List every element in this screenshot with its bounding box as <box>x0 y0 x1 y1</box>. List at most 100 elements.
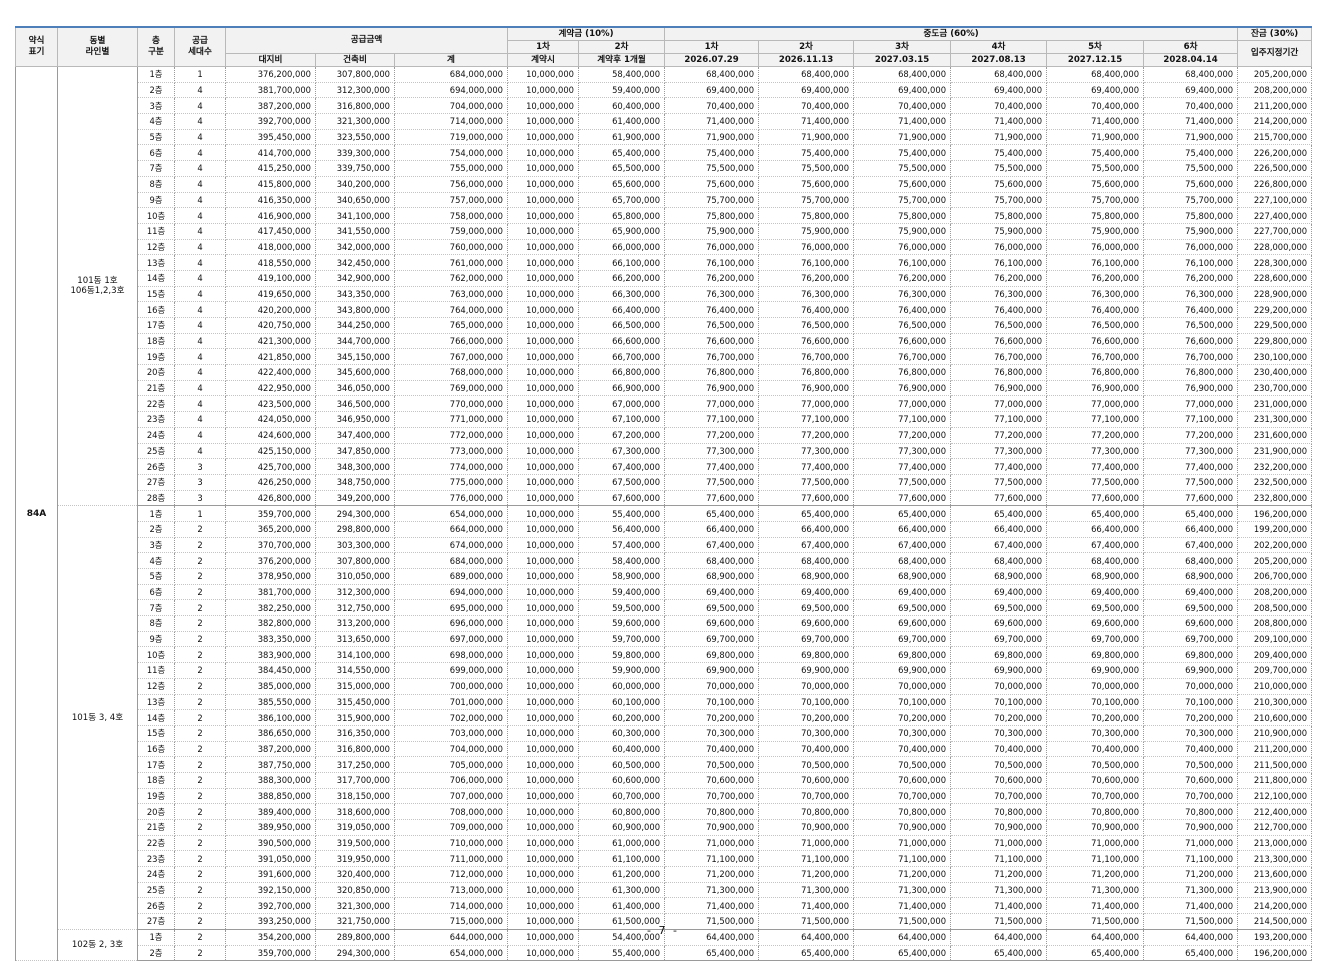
deposit1-cell: 10,000,000 <box>507 599 580 617</box>
middle-payment-cell: 70,600,000 <box>758 772 855 789</box>
building-cost-cell: 312,300,000 <box>315 82 395 99</box>
floor-cell: 24층 <box>137 866 175 883</box>
middle-payment-cell: 71,400,000 <box>1143 897 1239 915</box>
middle-payment-cell: 75,600,000 <box>950 176 1048 193</box>
land-cost-cell: 418,000,000 <box>225 239 316 256</box>
units-cell: 2 <box>174 882 226 899</box>
deposit1-cell: 10,000,000 <box>507 568 580 585</box>
land-cost-cell: 426,250,000 <box>225 474 316 491</box>
middle-payment-cell: 76,100,000 <box>853 254 952 271</box>
land-cost-cell: 425,700,000 <box>225 458 316 475</box>
middle-payment-cell: 77,500,000 <box>758 474 855 491</box>
balance-cell: 213,900,000 <box>1237 882 1313 899</box>
deposit2-cell: 67,000,000 <box>578 395 666 413</box>
balance-cell: 210,600,000 <box>1237 709 1313 726</box>
middle-payment-cell: 71,300,000 <box>950 882 1048 899</box>
middle-payment-cell: 77,000,000 <box>1143 395 1239 413</box>
balance-cell: 206,700,000 <box>1237 568 1313 585</box>
middle-payment-cell: 77,100,000 <box>664 411 760 428</box>
middle-payment-cell: 68,400,000 <box>1046 552 1145 569</box>
land-cost-cell: 387,200,000 <box>225 741 316 758</box>
total-cell: 773,000,000 <box>394 443 509 460</box>
header-mid4: 4차 <box>950 40 1048 54</box>
deposit1-cell: 10,000,000 <box>507 788 580 805</box>
middle-payment-cell: 67,400,000 <box>758 537 855 554</box>
middle-payment-cell: 70,100,000 <box>950 694 1048 711</box>
middle-payment-cell: 69,400,000 <box>1143 584 1239 601</box>
middle-payment-cell: 71,900,000 <box>1143 129 1239 146</box>
table-row: 4층 4 392,700,000 321,300,000 714,000,000 10,0… <box>16 113 1313 130</box>
middle-payment-cell: 68,900,000 <box>1143 568 1239 585</box>
middle-payment-cell: 76,800,000 <box>1046 364 1145 381</box>
middle-payment-cell: 68,400,000 <box>1143 66 1239 83</box>
middle-payment-cell: 69,500,000 <box>950 599 1048 617</box>
land-cost-cell: 386,100,000 <box>225 709 316 726</box>
land-cost-cell: 391,050,000 <box>225 850 316 868</box>
middle-payment-cell: 77,600,000 <box>950 490 1048 507</box>
units-cell: 2 <box>174 897 226 915</box>
header-dep1-when: 계약시 <box>507 53 580 67</box>
middle-payment-cell: 75,800,000 <box>758 207 855 224</box>
balance-cell: 227,700,000 <box>1237 223 1313 240</box>
middle-payment-cell: 70,700,000 <box>950 788 1048 805</box>
middle-payment-cell: 76,200,000 <box>950 270 1048 287</box>
deposit2-cell: 66,300,000 <box>578 286 666 303</box>
deposit1-cell: 10,000,000 <box>507 113 580 130</box>
middle-payment-cell: 67,400,000 <box>950 537 1048 554</box>
middle-payment-cell: 70,100,000 <box>664 694 760 711</box>
middle-payment-cell: 75,700,000 <box>758 192 855 209</box>
deposit2-cell: 65,800,000 <box>578 207 666 224</box>
middle-payment-cell: 76,800,000 <box>664 364 760 381</box>
middle-payment-cell: 77,600,000 <box>758 490 855 507</box>
deposit1-cell: 10,000,000 <box>507 207 580 224</box>
header-mid6: 6차 <box>1143 40 1239 54</box>
units-cell: 2 <box>174 835 226 852</box>
price-table: 약식 표기 동별 라인별 층 구분 공급 세대수 공급금액 계약금 (10%) 중도금 … <box>15 26 1313 961</box>
land-cost-cell: 416,350,000 <box>225 192 316 209</box>
land-cost-cell: 395,450,000 <box>225 129 316 146</box>
land-cost-cell: 419,100,000 <box>225 270 316 287</box>
middle-payment-cell: 71,000,000 <box>1143 835 1239 852</box>
middle-payment-cell: 68,400,000 <box>758 66 855 83</box>
middle-payment-cell: 68,900,000 <box>664 568 760 585</box>
deposit2-cell: 58,900,000 <box>578 568 666 585</box>
building-cost-cell: 318,150,000 <box>315 788 395 805</box>
middle-payment-cell: 70,400,000 <box>758 97 855 115</box>
units-cell: 2 <box>174 756 226 773</box>
middle-payment-cell: 71,000,000 <box>950 835 1048 852</box>
table-row: 2층 2 365,200,000 298,800,000 664,000,000 10,0… <box>16 521 1313 538</box>
middle-payment-cell: 70,500,000 <box>950 756 1048 773</box>
land-cost-cell: 390,500,000 <box>225 835 316 852</box>
units-cell: 2 <box>174 866 226 883</box>
balance-cell: 232,800,000 <box>1237 490 1313 507</box>
middle-payment-cell: 65,400,000 <box>950 945 1048 961</box>
middle-payment-cell: 76,200,000 <box>853 270 952 287</box>
floor-cell: 25층 <box>137 882 175 899</box>
header-dep2: 2차 <box>578 40 666 54</box>
land-cost-cell: 386,650,000 <box>225 725 316 742</box>
land-cost-cell: 420,200,000 <box>225 301 316 318</box>
balance-cell: 211,800,000 <box>1237 772 1313 789</box>
middle-payment-cell: 76,400,000 <box>664 301 760 318</box>
deposit1-cell: 10,000,000 <box>507 66 580 83</box>
balance-cell: 231,000,000 <box>1237 395 1313 413</box>
table-row: 18층 4 421,300,000 344,700,000 766,000,000 10,… <box>16 333 1313 350</box>
middle-payment-cell: 70,500,000 <box>1046 756 1145 773</box>
building-cost-cell: 347,400,000 <box>315 427 395 444</box>
middle-payment-cell: 75,500,000 <box>1046 160 1145 177</box>
deposit2-cell: 59,800,000 <box>578 646 666 664</box>
middle-payment-cell: 75,600,000 <box>1143 176 1239 193</box>
middle-payment-cell: 77,200,000 <box>758 427 855 444</box>
land-cost-cell: 376,200,000 <box>225 66 316 83</box>
deposit2-cell: 66,100,000 <box>578 254 666 271</box>
middle-payment-cell: 76,800,000 <box>1143 364 1239 381</box>
balance-cell: 230,100,000 <box>1237 348 1313 366</box>
line-group-label: 101동 1호 106동1,2,3호 <box>57 66 138 507</box>
total-cell: 705,000,000 <box>394 756 509 773</box>
floor-cell: 11층 <box>137 662 175 679</box>
middle-payment-cell: 75,700,000 <box>950 192 1048 209</box>
middle-payment-cell: 77,400,000 <box>853 458 952 475</box>
building-cost-cell: 348,300,000 <box>315 458 395 475</box>
units-cell: 4 <box>174 207 226 224</box>
balance-cell: 208,500,000 <box>1237 599 1313 617</box>
